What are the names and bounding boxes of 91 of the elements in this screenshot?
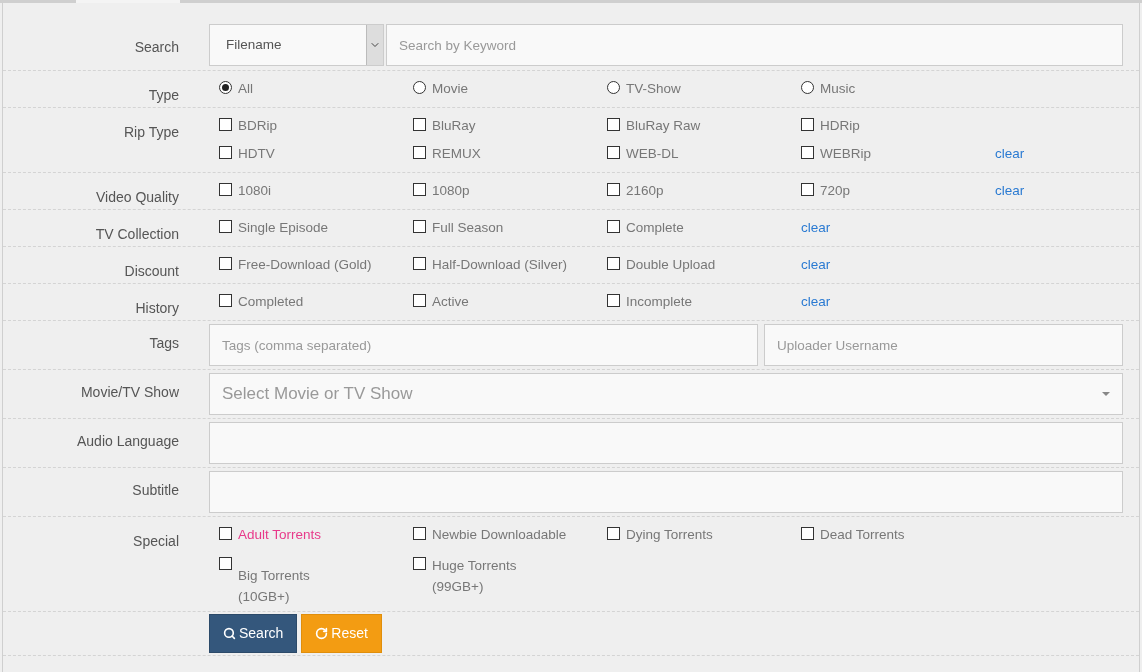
search-button[interactable]: Search [209,614,298,653]
clear-link[interactable]: clear [995,144,1123,164]
option-label: BluRay [432,117,476,135]
field-label: Discount [124,263,179,279]
subtitle-input-field[interactable] [209,471,1123,513]
option-label: Full Season [432,219,504,237]
option-label: Double Upload [626,256,716,274]
option-label: Half-Download (Silver) [432,256,568,274]
option-label: Adult Torrents [238,526,322,544]
option-label: WEB-DL [626,145,679,163]
keyword-input-field[interactable]: Search by Keyword [386,24,1123,66]
checkbox[interactable] [413,557,426,570]
option-label: Incomplete [626,293,693,311]
option-label: Music [820,80,856,98]
checkbox[interactable] [219,527,232,540]
checkbox[interactable] [219,257,232,270]
option-label: All [238,80,253,98]
checkbox[interactable] [413,183,426,196]
field-label: Rip Type [124,124,179,140]
option-label: Dead Torrents [820,526,905,544]
uploader-input-field[interactable]: Uploader Username [764,324,1123,366]
option-label: 1080i [238,182,272,200]
checkbox[interactable] [413,220,426,233]
checkbox[interactable] [219,557,232,570]
field-label: Tags [149,335,179,351]
clear-link[interactable]: clear [995,181,1123,201]
option-label: Movie [432,80,468,98]
checkbox[interactable] [219,220,232,233]
checkbox[interactable] [801,527,814,540]
checkbox[interactable] [607,220,620,233]
field-label: Audio Language [77,433,179,449]
option-label: Completed [238,293,304,311]
option-label: Complete [626,219,684,237]
checkbox[interactable] [413,257,426,270]
checkbox[interactable] [801,146,814,159]
search-type-select[interactable]: Filename [209,24,384,66]
option-label: Dying Torrents [626,526,713,544]
field-label: Subtitle [132,482,179,498]
checkbox[interactable] [801,183,814,196]
option-label: HDTV [238,145,275,163]
option-label: REMUX [432,145,481,163]
field-label: Movie/TV Show [80,384,179,400]
option-label: Big Torrents (10GB+) [238,567,311,606]
field-label: TV Collection [95,226,179,242]
radio-button[interactable] [607,81,620,94]
option-label: TV-Show [626,80,681,98]
checkbox[interactable] [219,294,232,307]
checkbox[interactable] [219,118,232,131]
clear-link[interactable]: clear [801,255,995,275]
search-icon [223,627,236,640]
radio-button[interactable] [413,81,426,94]
checkbox[interactable] [413,146,426,159]
tags-input-field[interactable]: Tags (comma separated) [209,324,758,366]
checkbox[interactable] [413,118,426,131]
field-label: Special [133,533,179,549]
option-label: 1080p [432,182,470,200]
option-label: BDRip [238,117,277,135]
clear-link[interactable]: clear [801,218,995,238]
radio-button[interactable] [801,81,814,94]
field-label: History [135,300,179,316]
radio-button[interactable] [219,81,232,94]
checkbox[interactable] [607,527,620,540]
option-label: WEBRip [820,145,871,163]
clear-link[interactable]: clear [801,292,995,312]
option-label: Active [432,293,469,311]
reset-button[interactable]: Reset [301,614,382,653]
checkbox[interactable] [607,146,620,159]
checkbox[interactable] [413,527,426,540]
audio-language-input-field[interactable] [209,422,1123,464]
checkbox[interactable] [607,183,620,196]
checkbox[interactable] [413,294,426,307]
field-label: Type [148,87,179,103]
movie-tv-show-select[interactable]: Select Movie or TV Show [209,373,1123,415]
option-label: HDRip [820,117,860,135]
field-label: Search [134,39,179,55]
option-label: Free-Download (Gold) [238,256,372,274]
checkbox[interactable] [219,146,232,159]
option-label: Single Episode [238,219,329,237]
checkbox[interactable] [801,118,814,131]
field-label: Video Quality [96,189,179,205]
option-label: Huge Torrents (99GB+) [432,557,518,596]
option-label: 2160p [626,182,664,200]
checkbox[interactable] [607,294,620,307]
option-label: 720p [820,182,851,200]
refresh-icon [315,627,329,640]
checkbox[interactable] [607,257,620,270]
option-label: Newbie Downloadable [432,526,567,544]
checkbox[interactable] [219,183,232,196]
checkbox[interactable] [607,118,620,131]
option-label: BluRay Raw [626,117,701,135]
dropdown-caret-icon [1102,392,1110,396]
